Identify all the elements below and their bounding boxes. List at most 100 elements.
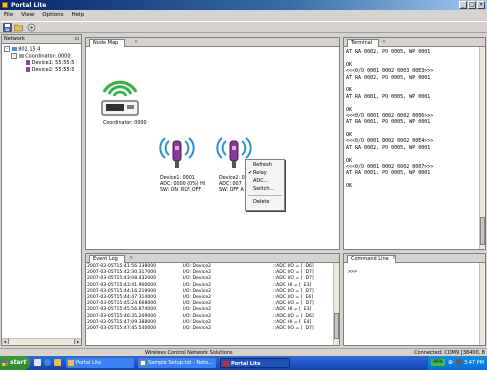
windows-logo-icon: [2, 360, 8, 366]
network-tree: - 802.15.4 - Coordinator: 0000 Device1: …: [4, 46, 74, 74]
menu-separator: [248, 195, 282, 196]
coordinator-icon: [18, 54, 24, 58]
network-icon: [11, 47, 17, 51]
tab-event-log[interactable]: Event Log: [89, 255, 125, 263]
device1-name: Device1: 0001: [160, 176, 195, 181]
node-map-tabbar: Node Map ×: [86, 38, 339, 47]
command-line-panel: Command Line × >>>: [343, 253, 486, 346]
device2-name: Device2: 0: [219, 176, 245, 181]
quicklaunch-icon[interactable]: [34, 359, 41, 366]
expand-icon[interactable]: -: [11, 53, 17, 59]
command-line-tabbar: Command Line ×: [344, 254, 485, 263]
task-notepad[interactable]: Sample Setup.txt - Note...: [138, 358, 216, 368]
open-folder-icon[interactable]: [14, 23, 23, 32]
network-panel-header: Network ▫: [2, 35, 81, 44]
log-time: 2007-03-05T15:47:45.540000: [87, 325, 157, 331]
log-source: I/O: Device2: [183, 325, 212, 331]
command-line-scrollbar[interactable]: [479, 263, 485, 345]
tab-node-map[interactable]: Node Map: [89, 39, 126, 47]
menu-item-relay[interactable]: ✔ Relay: [246, 169, 284, 177]
command-prompt[interactable]: >>>: [348, 269, 357, 275]
tab-close-icon[interactable]: ×: [134, 39, 138, 45]
app-icon: [2, 2, 8, 8]
menu-item-adc[interactable]: ADC...: [246, 177, 284, 185]
terminal-line: OK: [346, 183, 353, 190]
device2-adc: ADC: 007: [219, 182, 242, 187]
task-portal-lite-folder[interactable]: Portal Lite: [66, 358, 134, 368]
folder-icon: [68, 360, 74, 366]
device1-adc: ADC: 0000 (0%) HI: [160, 182, 206, 187]
start-label: start: [10, 359, 27, 366]
status-bar: Wireless Control Network Solutions Conne…: [0, 348, 487, 356]
menu-item-refresh[interactable]: Refresh: [246, 161, 284, 169]
task-portal-lite-app[interactable]: Portal Lite: [220, 358, 290, 368]
volume-icon[interactable]: [456, 359, 462, 365]
node-map-panel: Node Map ×: [85, 37, 340, 250]
log-row: 2007-03-05T15:47:45.540000 I/O: Device2::…: [87, 326, 332, 332]
folder-icon[interactable]: [54, 359, 61, 366]
settings-icon[interactable]: [27, 23, 36, 32]
menu-item-delete[interactable]: Delete: [246, 198, 284, 206]
tree-label: Device1: 55:55:5: [31, 60, 75, 66]
tree-label: 802.15.4: [18, 46, 41, 53]
battery-badge[interactable]: 99%: [431, 359, 446, 366]
minimize-button[interactable]: _: [459, 1, 467, 9]
device2-info: Device2: 0 ADC: 007 SW: OFF A: [219, 176, 245, 194]
task-label: Portal Lite: [76, 360, 102, 366]
device1-status: SW: ON RLY: OFF: [160, 188, 202, 193]
maximize-button[interactable]: □: [468, 1, 476, 9]
start-button[interactable]: start: [0, 356, 30, 370]
notepad-icon: [140, 360, 146, 366]
task-label: Portal Lite: [231, 361, 261, 367]
tree-node-device2[interactable]: Device2: 55:55:5: [4, 67, 74, 74]
system-tray: 99% ⊕ 3:47 PM: [427, 356, 487, 370]
menu-options[interactable]: Options: [42, 12, 63, 18]
portal-lite-window: Portal Lite _ □ × File View Options Help…: [0, 0, 487, 370]
tab-command-line[interactable]: Command Line: [347, 255, 396, 263]
menu-item-label: Relay: [253, 170, 267, 176]
log-message: ::ADC I/O = [ D7]: [273, 325, 314, 331]
clock[interactable]: 3:47 PM: [464, 360, 484, 366]
menu-bar: File View Options Help: [0, 10, 487, 20]
tree-label: Coordinator: 0000: [25, 53, 71, 60]
network-panel-title: Network: [4, 36, 25, 42]
menu-item-label: Refresh: [253, 162, 272, 168]
tab-close-icon[interactable]: ×: [392, 255, 396, 261]
scroll-thumb[interactable]: [480, 217, 485, 245]
toolbar: [0, 21, 487, 33]
event-log-tabbar: Event Log ×: [86, 254, 339, 263]
tree-node-network[interactable]: - 802.15.4: [4, 46, 74, 53]
menu-file[interactable]: File: [4, 12, 13, 18]
network-tray-icon[interactable]: ⊕: [448, 359, 453, 366]
scroll-thumb[interactable]: [334, 313, 339, 339]
tab-close-icon[interactable]: ×: [382, 39, 386, 45]
event-log-panel: Event Log × 2007-03-05T15:41:56.138000 I/…: [85, 253, 340, 346]
menu-item-label: Switch...: [253, 186, 275, 192]
coordinator-label: Coordinator: 0000: [103, 121, 147, 126]
title-bar[interactable]: Portal Lite _ □ ×: [0, 0, 487, 10]
device1-info: Device1: 0001 ADC: 0000 (0%) HI SW: ON R…: [160, 176, 205, 194]
tab-terminal[interactable]: Terminal: [347, 39, 380, 47]
taskbar: start Portal Lite Sample Setup.txt - Not…: [0, 356, 487, 370]
panel-close-icon[interactable]: ▫: [75, 35, 79, 42]
checkmark-icon: ✔: [248, 170, 253, 176]
tree-node-device1[interactable]: Device1: 55:55:5: [4, 60, 74, 67]
expand-icon[interactable]: -: [4, 46, 10, 52]
terminal-scrollbar[interactable]: [479, 47, 485, 249]
tree-node-coordinator[interactable]: - Coordinator: 0000: [4, 53, 74, 60]
window-title: Portal Lite: [11, 2, 47, 9]
menu-item-switch[interactable]: Switch...: [246, 185, 284, 193]
save-icon[interactable]: [3, 23, 12, 32]
menu-help[interactable]: Help: [72, 12, 85, 18]
close-button[interactable]: ×: [477, 1, 485, 9]
horizontal-scrollbar[interactable]: ◂ ▸: [2, 338, 81, 345]
coordinator-node[interactable]: [98, 72, 142, 124]
menu-view[interactable]: View: [21, 12, 34, 18]
scroll-right-icon[interactable]: ▸: [74, 339, 81, 344]
tab-close-icon[interactable]: ×: [129, 255, 133, 261]
menu-item-label: ADC...: [253, 178, 269, 184]
browser-icon[interactable]: [44, 359, 51, 366]
device1-node[interactable]: [158, 132, 196, 176]
scroll-left-icon[interactable]: ◂: [2, 339, 9, 344]
event-log-scrollbar[interactable]: [333, 263, 339, 345]
